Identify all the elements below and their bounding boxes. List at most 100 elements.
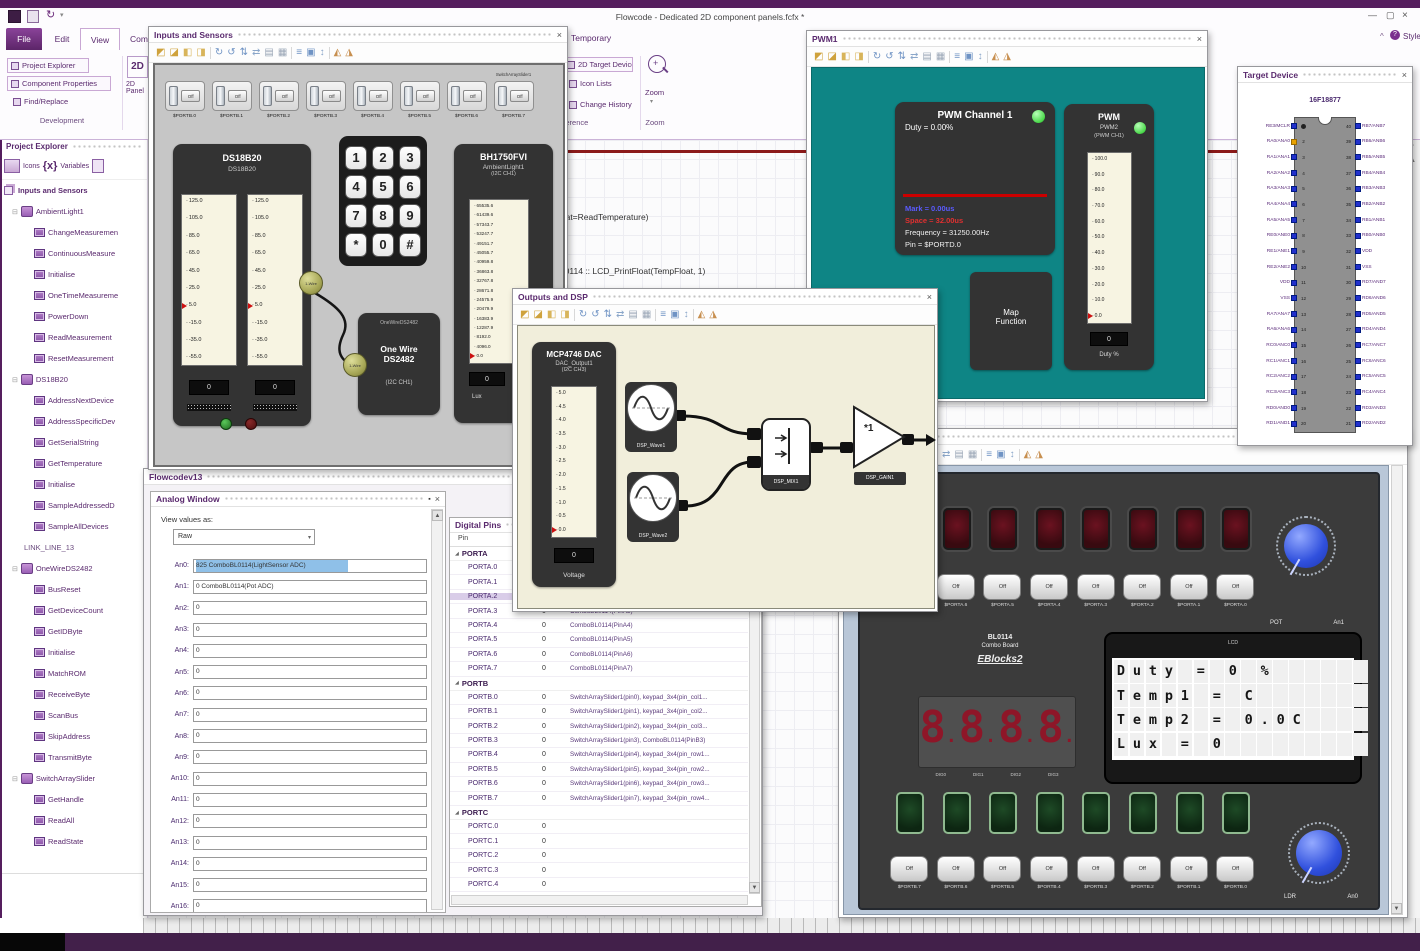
expander-icon[interactable]: ⊟ bbox=[12, 775, 18, 783]
find-replace-button[interactable]: Find/Replace bbox=[9, 94, 79, 109]
toolbar-icon[interactable]: ▦ bbox=[278, 47, 287, 58]
toolbar-icon[interactable]: ⇄ bbox=[910, 51, 918, 62]
tab-file[interactable]: File bbox=[6, 28, 42, 50]
ldr-knob[interactable] bbox=[1288, 822, 1350, 884]
panel-canvas[interactable]: Off $PORTB.0 Off $PORTB.1 Off $PORTB.2 Off $POR… bbox=[153, 63, 565, 467]
dock-icon[interactable]: ▪ bbox=[428, 496, 430, 503]
toolbar-icon[interactable]: ◪ bbox=[533, 309, 542, 320]
port-group-header[interactable]: ◢ PORTB bbox=[450, 677, 748, 691]
off-button[interactable]: Off bbox=[1076, 856, 1115, 882]
toolbar-icon[interactable]: ↺ bbox=[227, 47, 235, 58]
toolbar-icon[interactable]: ▤ bbox=[264, 47, 273, 58]
port-switch[interactable]: Off $PORTA.6 bbox=[933, 574, 980, 608]
tree-link-item[interactable]: LINK_LINE_13 bbox=[2, 537, 147, 558]
close-icon[interactable]: × bbox=[557, 30, 562, 40]
digital-pin-row[interactable]: PORTC.1 0 bbox=[450, 834, 748, 849]
toolbar-icon[interactable]: ▦ bbox=[936, 51, 945, 62]
component-properties-button[interactable]: Component Properties bbox=[7, 76, 111, 91]
digital-pin-row[interactable]: PORTA.6 0 ComboBL0114(PinA6) bbox=[450, 648, 748, 663]
save-icon[interactable] bbox=[27, 10, 39, 23]
expander-icon[interactable]: ⊟ bbox=[12, 565, 18, 573]
dsp-gain-block[interactable]: *1 DSP_GAIN1 bbox=[852, 405, 908, 485]
toolbar-icon[interactable]: ◮ bbox=[345, 47, 353, 58]
toolbar-icon[interactable]: ◮ bbox=[1035, 449, 1043, 460]
toolbar-icon[interactable]: ◪ bbox=[827, 51, 836, 62]
port-switch[interactable]: Off $PORTB.6 bbox=[933, 856, 980, 890]
dsp-wave2-block[interactable]: DSP_Wave2 bbox=[627, 472, 679, 542]
toolbar-icon[interactable]: ◩ bbox=[520, 309, 529, 320]
icon-lists-toggle[interactable]: Icon Lists bbox=[565, 76, 617, 91]
analog-value-field[interactable]: 0 bbox=[193, 601, 427, 616]
tree-macro-item[interactable]: OneTimeMeasureme bbox=[2, 285, 147, 306]
tree-folder-item[interactable]: ⊟ AmbientLight1 bbox=[2, 201, 147, 222]
help-icon[interactable]: ? bbox=[1390, 30, 1400, 40]
toolbar-icon[interactable]: ↕ bbox=[1010, 449, 1015, 460]
digital-pin-row[interactable]: PORTB.7 0 SwitchArraySlider1(pin7), keypad… bbox=[450, 792, 748, 806]
tree-folder-item[interactable]: ⊟ DS18B20 bbox=[2, 369, 147, 390]
redo-icon[interactable]: ↻ bbox=[46, 8, 55, 21]
digital-pin-row[interactable]: PORTA.4 0 ComboBL0114(PinA4) bbox=[450, 619, 748, 634]
toolbar-icon[interactable]: ◨ bbox=[196, 47, 205, 58]
ribbon-collapse-icon[interactable]: ^ bbox=[1380, 32, 1384, 41]
tree-macro-item[interactable]: ResetMeasurement bbox=[2, 348, 147, 369]
tree-folder-item[interactable]: ⊟ SwitchArraySlider bbox=[2, 768, 147, 789]
port-switch[interactable]: Off $PORTA.2 bbox=[1119, 574, 1166, 608]
port-switch[interactable]: Off $PORTB.5 bbox=[979, 856, 1026, 890]
toolbar-icon[interactable]: ◭ bbox=[698, 309, 706, 320]
tree-macro-item[interactable]: AddressNextDevice bbox=[2, 390, 147, 411]
toolbar-icon[interactable]: ◩ bbox=[156, 47, 165, 58]
digital-pin-row[interactable]: PORTC.2 0 bbox=[450, 849, 748, 864]
scroll-down-icon[interactable]: ▼ bbox=[749, 882, 760, 893]
pin-pad[interactable] bbox=[1355, 342, 1361, 349]
toolbar-icon[interactable]: ◮ bbox=[1003, 51, 1011, 62]
scroll-down-icon[interactable]: ▼ bbox=[1391, 903, 1402, 914]
toolbar-icon[interactable]: ▤ bbox=[628, 309, 637, 320]
analog-scrollbar[interactable]: ▲ bbox=[431, 509, 443, 910]
digital-pin-row[interactable]: PORTC.3 0 bbox=[450, 863, 748, 878]
toolbar-icon[interactable]: ◭ bbox=[992, 51, 1000, 62]
digital-pin-row[interactable]: PORTB.6 0 SwitchArraySlider1(pin6), keypad… bbox=[450, 777, 748, 792]
close-button[interactable]: × bbox=[1402, 10, 1408, 21]
off-button[interactable]: Off bbox=[936, 574, 975, 600]
zoom-dropdown-arrow[interactable]: ▾ bbox=[650, 98, 653, 105]
off-button[interactable]: Off bbox=[1030, 574, 1069, 600]
toolbar-icon[interactable]: ⇅ bbox=[240, 47, 248, 58]
toolbar-icon[interactable]: ▦ bbox=[968, 449, 977, 460]
toolbar-icon[interactable]: ↺ bbox=[591, 309, 599, 320]
dsp-wave1-block[interactable]: DSP_Wave1 bbox=[625, 382, 677, 452]
pot-knob[interactable] bbox=[1276, 516, 1336, 576]
pin-pad[interactable] bbox=[1355, 185, 1361, 192]
toolbar-icon[interactable]: ≡ bbox=[660, 309, 666, 320]
pin-pad[interactable] bbox=[1355, 389, 1361, 396]
toolbar-icon[interactable]: ⇅ bbox=[898, 51, 906, 62]
minimize-button[interactable]: — bbox=[1368, 10, 1377, 20]
toolbar-icon[interactable]: ⇄ bbox=[616, 309, 624, 320]
tree-macro-item[interactable]: Initialise bbox=[2, 264, 147, 285]
port-switch[interactable]: Off $PORTB.0 bbox=[1212, 856, 1259, 890]
pin-pad[interactable] bbox=[1355, 170, 1361, 177]
analog-value-field[interactable]: 0 bbox=[193, 622, 427, 637]
off-button[interactable]: Off bbox=[1076, 574, 1115, 600]
mcp4746-dac-block[interactable]: MCP4746 DAC DAC_Output1 (I2C CH3) -5.0-4… bbox=[532, 342, 616, 587]
variables-icon[interactable]: {x} bbox=[43, 160, 58, 172]
tree-macro-item[interactable]: TransmitByte bbox=[2, 747, 147, 768]
tree-macro-item[interactable]: Initialise bbox=[2, 474, 147, 495]
toolbar-icon[interactable]: ◮ bbox=[709, 309, 717, 320]
off-button[interactable]: Off bbox=[1169, 856, 1208, 882]
pin-pad[interactable] bbox=[1355, 138, 1361, 145]
toolbar-icon[interactable]: ◪ bbox=[169, 47, 178, 58]
toolbar-icon[interactable]: ◧ bbox=[547, 309, 556, 320]
pwm-meter-block[interactable]: PWM PWM2 (PWM CH1) -100.0-90.0-80.0-70.0… bbox=[1064, 104, 1154, 370]
digital-pin-row[interactable]: PORTC.0 0 bbox=[450, 820, 748, 835]
off-button[interactable]: Off bbox=[890, 856, 929, 882]
analog-value-field[interactable]: 0 bbox=[193, 771, 427, 786]
toolbar-icon[interactable]: ↕ bbox=[320, 47, 325, 58]
tree-macro-item[interactable]: PowerDown bbox=[2, 306, 147, 327]
tree-macro-item[interactable]: AddressSpecificDev bbox=[2, 411, 147, 432]
portb-button-row[interactable]: Off $PORTB.7 Off $PORTB.6 Off $PORTB.5 Off $POR… bbox=[886, 856, 1259, 890]
digital-pin-row[interactable]: PORTB.5 0 SwitchArraySlider1(pin5), keypad… bbox=[450, 763, 748, 778]
pin-pad[interactable] bbox=[1355, 311, 1361, 318]
panel-toolbar[interactable]: ◩ ◪ ◧ ◨ ↻ ↺ ⇅ ⇄ ▤ ▦ ≡ ▣ ↕ ◭◮ bbox=[513, 305, 937, 325]
tree-macro-item[interactable]: SkipAddress bbox=[2, 726, 147, 747]
panel-2d-icon[interactable]: 2D bbox=[127, 56, 148, 78]
